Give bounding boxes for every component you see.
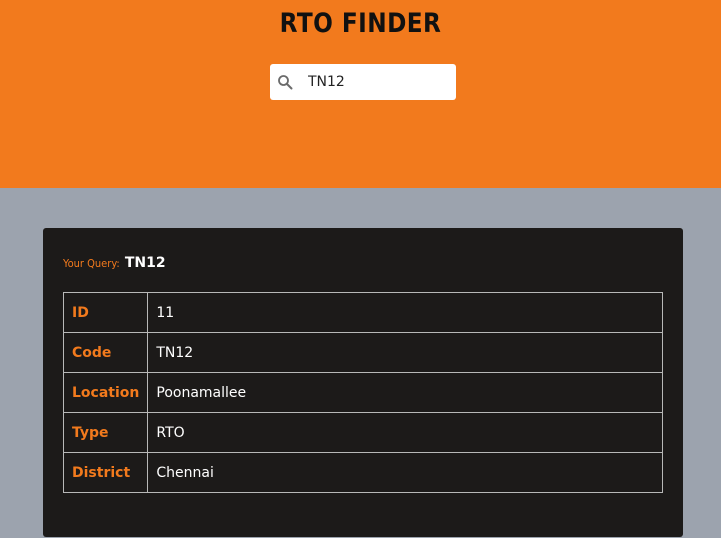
row-value-location: Poonamallee bbox=[147, 372, 663, 413]
search-icon bbox=[277, 74, 293, 90]
query-line: Your Query: TN12 bbox=[63, 252, 166, 271]
search-box[interactable] bbox=[270, 64, 456, 100]
table-row: Location Poonamallee bbox=[62, 372, 663, 413]
table-row: Type RTO bbox=[62, 412, 663, 453]
table-row: ID 11 bbox=[62, 292, 663, 333]
row-value-id: 11 bbox=[147, 292, 663, 333]
table-row: Code TN12 bbox=[62, 332, 663, 373]
header-banner: RTO FINDER bbox=[0, 0, 721, 188]
query-value: TN12 bbox=[124, 255, 166, 271]
row-key-type: Type bbox=[62, 412, 149, 453]
result-card: Your Query: TN12 ID 11 Code TN12 Locatio… bbox=[43, 228, 683, 537]
table-row: District Chennai bbox=[62, 452, 663, 493]
row-key-district: District bbox=[62, 452, 149, 493]
row-value-type: RTO bbox=[147, 412, 663, 453]
row-value-code: TN12 bbox=[147, 332, 663, 373]
row-key-code: Code bbox=[62, 332, 149, 373]
search-input[interactable] bbox=[308, 70, 448, 94]
row-key-location: Location bbox=[62, 372, 149, 413]
row-key-id: ID bbox=[62, 292, 149, 333]
result-table: ID 11 Code TN12 Location Poonamallee Typ… bbox=[62, 292, 663, 493]
row-value-district: Chennai bbox=[147, 452, 663, 493]
page-title: RTO FINDER bbox=[279, 8, 442, 39]
query-label: Your Query: bbox=[63, 257, 120, 270]
